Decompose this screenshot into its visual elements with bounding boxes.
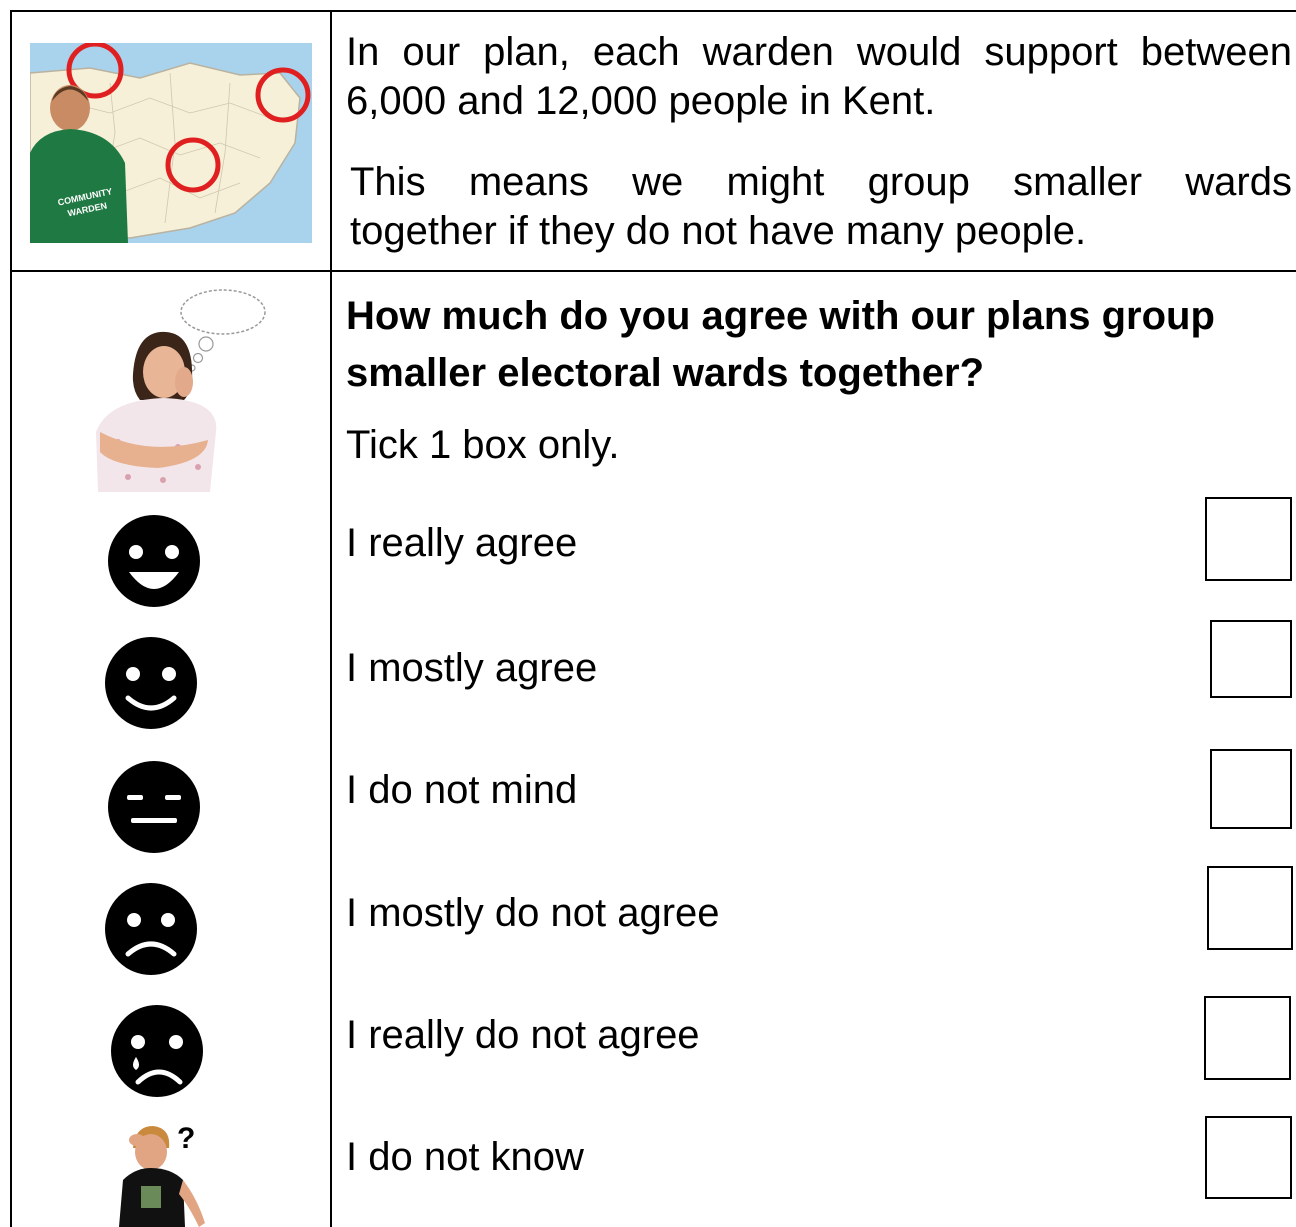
table-border-top (10, 10, 1296, 12)
checkbox-mostly-do-not-agree[interactable] (1207, 866, 1293, 950)
crying-face-icon (111, 1005, 203, 1097)
option-label-mostly-agree: I mostly agree (346, 646, 598, 690)
option-label-do-not-mind: I do not mind (346, 768, 578, 812)
table-row-divider (10, 270, 1296, 272)
table-column-divider (330, 10, 332, 1227)
smile-face-icon (105, 637, 197, 729)
kent-map-warden-image: COMMUNITY WARDEN (30, 43, 312, 243)
option-label-mostly-do-not-agree: I mostly do not agree (346, 891, 720, 935)
option-label-do-not-know: I do not know (346, 1135, 584, 1179)
checkbox-do-not-know[interactable] (1205, 1116, 1292, 1199)
intro-text-line-1a: In our plan, each warden would support b… (346, 30, 1292, 74)
frown-face-icon (105, 883, 197, 975)
intro-text-line-2b: together if they do not have many people… (350, 209, 1087, 253)
question-line-2: smaller electoral wards together? (346, 351, 985, 395)
confused-person-icon: ? (119, 1122, 205, 1227)
intro-text-line-1b: 6,000 and 12,000 people in Kent. (346, 79, 936, 123)
intro-text-line-2a: This means we might group smaller wards (350, 160, 1292, 204)
big-smile-face-icon (108, 515, 200, 607)
table-border-left (10, 10, 12, 1227)
instruction-text: Tick 1 box only. (346, 423, 620, 467)
checkbox-mostly-agree[interactable] (1210, 620, 1292, 698)
option-label-really-do-not-agree: I really do not agree (346, 1013, 700, 1057)
thinking-person-image (96, 289, 266, 492)
option-label-really-agree: I really agree (346, 521, 578, 565)
checkbox-really-do-not-agree[interactable] (1204, 996, 1291, 1080)
question-line-1: How much do you agree with our plans gro… (346, 294, 1215, 338)
checkbox-really-agree[interactable] (1205, 497, 1292, 581)
svg-text:?: ? (177, 1122, 195, 1155)
neutral-face-icon (108, 761, 200, 853)
checkbox-do-not-mind[interactable] (1210, 749, 1292, 829)
